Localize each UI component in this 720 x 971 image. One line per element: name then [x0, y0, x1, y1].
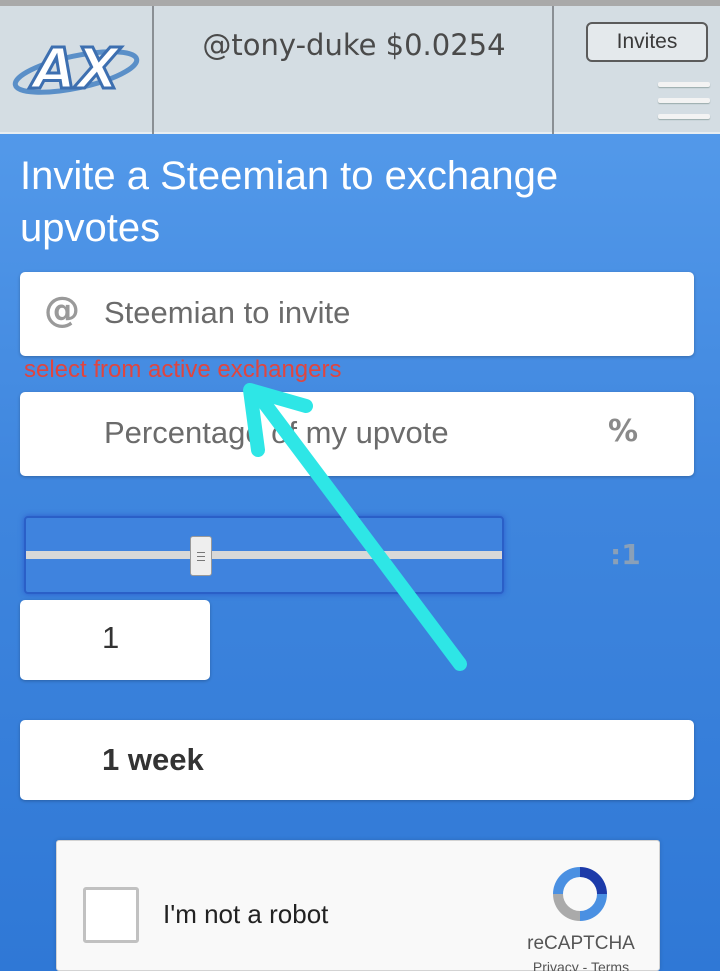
slider-thumb[interactable] [190, 536, 212, 576]
duration-select[interactable]: 1 week [20, 720, 694, 800]
annotation-arrow-icon [243, 383, 467, 671]
ratio-suffix: :1 [610, 538, 641, 571]
recaptcha-links[interactable]: Privacy - Terms [517, 959, 645, 971]
ax-logo[interactable]: AX [8, 30, 144, 110]
invites-button[interactable]: Invites [586, 22, 708, 62]
recaptcha-widget: I'm not a robot reCAPTCHA Privacy - Term… [56, 840, 660, 971]
recaptcha-brand: reCAPTCHA [527, 933, 635, 954]
percentage-field[interactable] [20, 392, 694, 476]
invitee-hint[interactable]: select from active exchangers [24, 356, 341, 384]
header-divider [152, 6, 154, 134]
recaptcha-checkbox[interactable] [83, 887, 139, 943]
recaptcha-icon [553, 867, 607, 921]
account-balance: @tony-duke $0.0254 [202, 28, 506, 62]
ratio-value: 1 [102, 620, 120, 655]
top-bar: AX @tony-duke $0.0254 Invites [0, 0, 720, 134]
slider-track[interactable] [26, 551, 502, 559]
invitee-field[interactable]: @ [20, 272, 694, 356]
svg-text:AX: AX [29, 37, 122, 102]
page-title: Invite a Steemian to exchange upvotes [20, 154, 559, 250]
ratio-slider[interactable] [24, 516, 504, 594]
ratio-value-field[interactable]: 1 [20, 600, 210, 680]
percentage-input[interactable] [104, 412, 604, 454]
invitee-input[interactable] [104, 292, 664, 334]
at-icon: @ [44, 290, 80, 331]
header-divider [552, 6, 554, 134]
hamburger-menu-icon[interactable] [658, 82, 710, 122]
recaptcha-label: I'm not a robot [163, 899, 329, 929]
percent-suffix: % [608, 414, 639, 449]
duration-value: 1 week [102, 742, 204, 777]
